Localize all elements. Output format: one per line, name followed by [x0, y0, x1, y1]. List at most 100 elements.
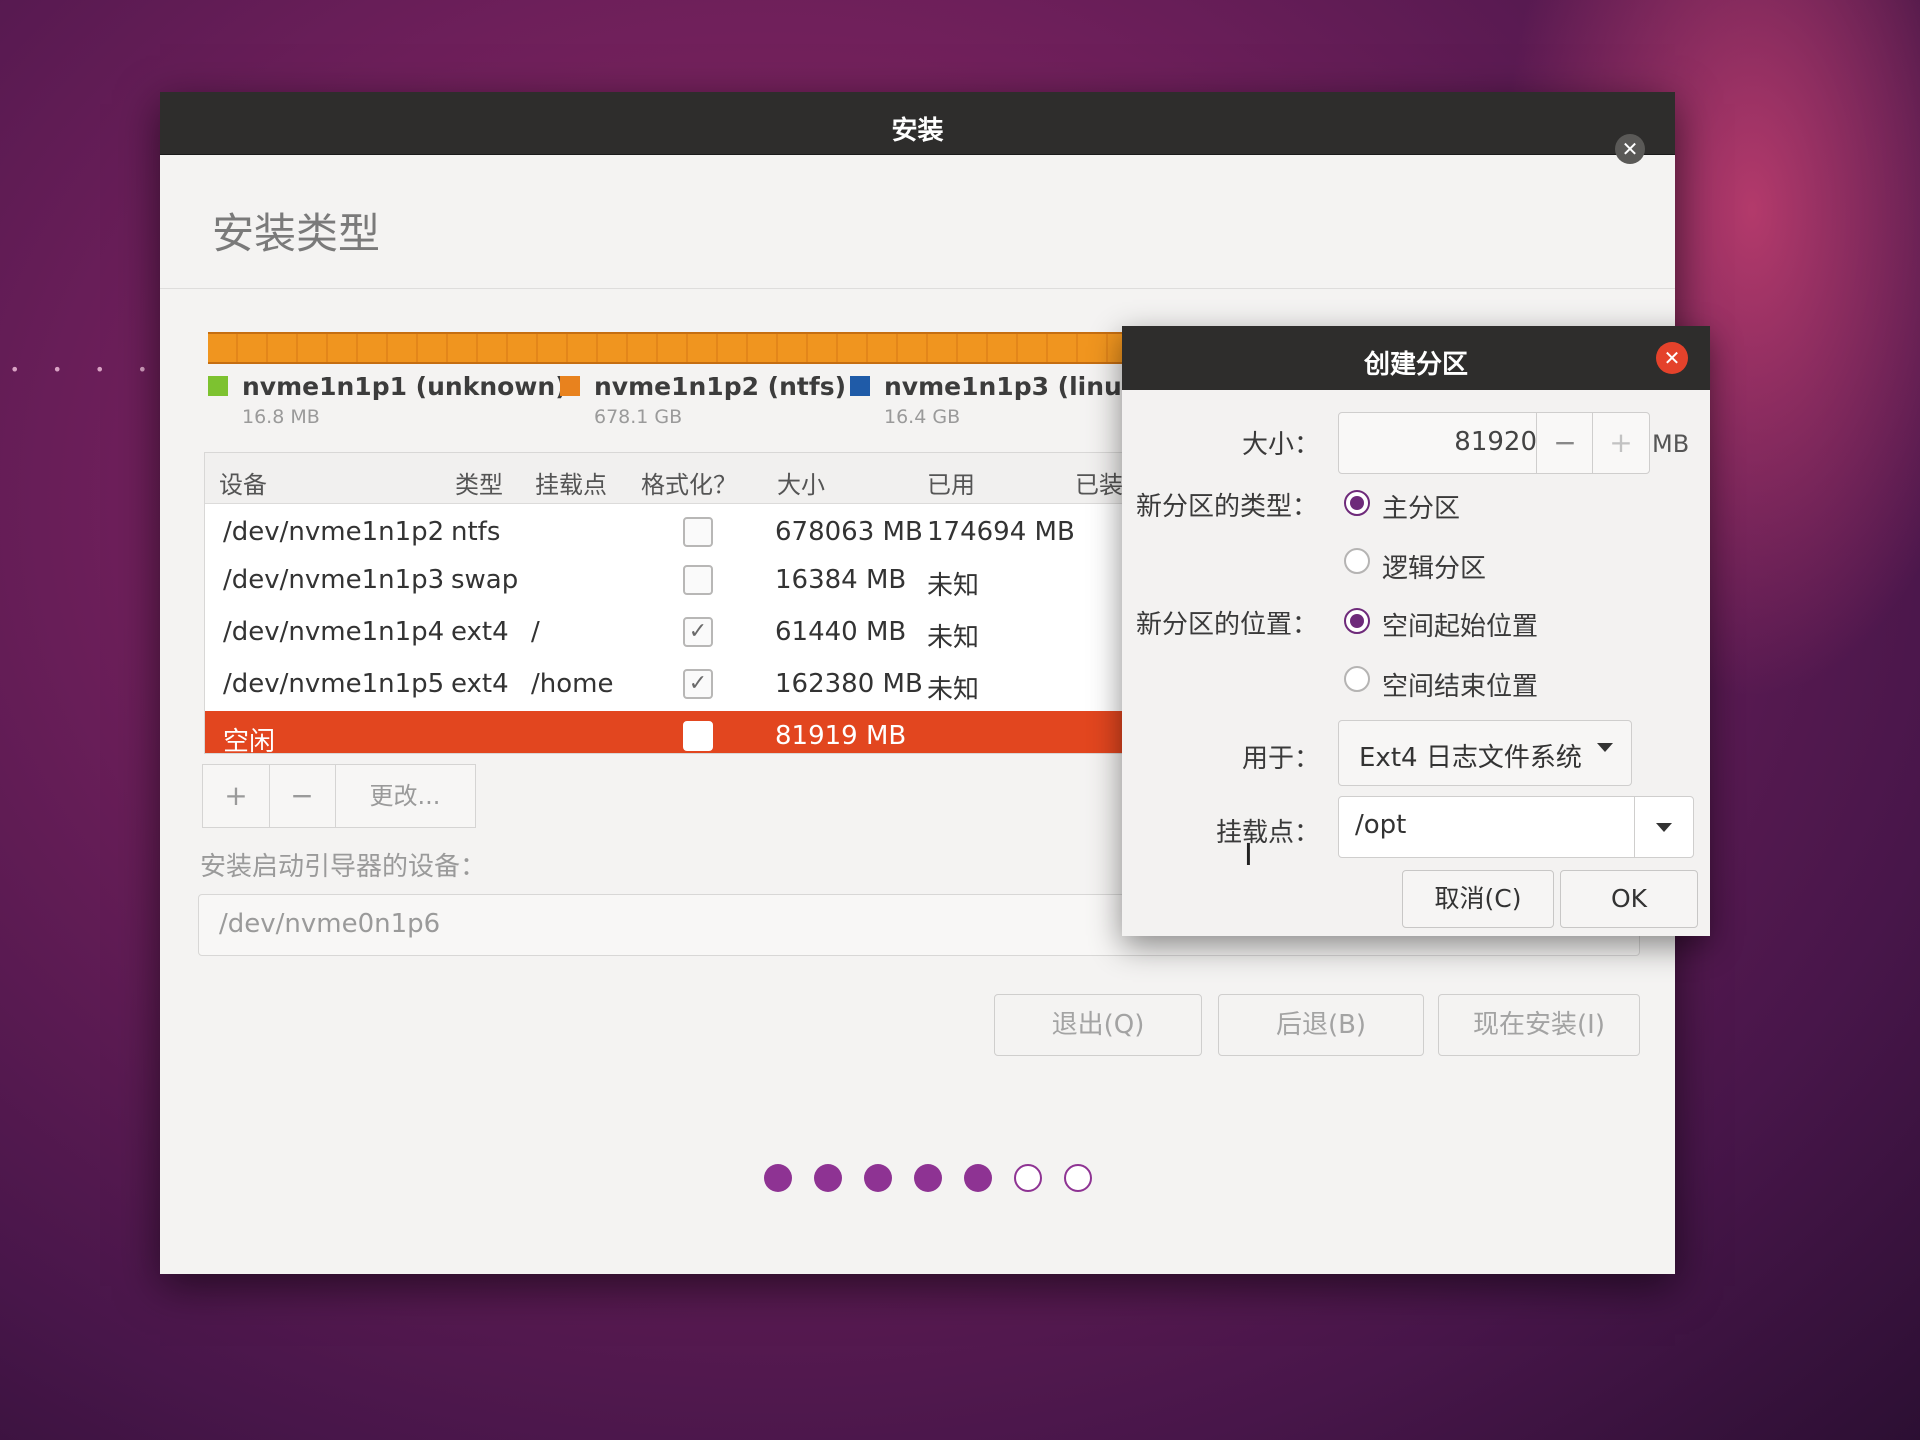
ok-button[interactable]: OK	[1560, 870, 1698, 928]
table-row[interactable]: /dev/nvme1n1p2 ntfs 678063 MB 174694 MB	[205, 507, 1185, 559]
disk-usage-bar	[208, 332, 1173, 364]
mount-point-input[interactable]	[1353, 809, 1627, 841]
cell-device: /dev/nvme1n1p4	[223, 617, 445, 647]
install-now-button[interactable]: 现在安装(I)	[1438, 994, 1640, 1056]
progress-dot-done	[814, 1164, 842, 1192]
table-row-free-space[interactable]: 空闲 81919 MB	[205, 711, 1185, 754]
legend-name: nvme1n1p3 (linux-	[884, 372, 1149, 401]
type-primary-radio[interactable]	[1344, 490, 1370, 516]
location-start-radio[interactable]	[1344, 608, 1370, 634]
legend-size: 16.4 GB	[884, 406, 961, 428]
create-partition-dialog: 创建分区 ✕ 大小： 81920 − + MB 新分区的类型： 主分区 逻辑分区…	[1122, 326, 1710, 936]
page-title: 安装类型	[212, 209, 381, 258]
format-checkbox[interactable]: ✓	[683, 669, 713, 699]
progress-dot-pending	[1014, 1164, 1042, 1192]
window-title: 安装	[891, 116, 944, 146]
legend-size: 678.1 GB	[594, 406, 683, 428]
format-checkbox[interactable]	[683, 565, 713, 595]
column-type[interactable]: 类型	[455, 465, 503, 500]
type-primary-label[interactable]: 主分区	[1382, 488, 1460, 525]
cell-type: ext4	[451, 617, 509, 647]
mount-point-label: 挂载点：	[1215, 818, 1320, 848]
dialog-close-icon[interactable]: ✕	[1656, 342, 1688, 374]
type-logical-radio[interactable]	[1344, 548, 1370, 574]
legend-name: nvme1n1p1 (unknown)	[242, 372, 567, 401]
cancel-button[interactable]: 取消(C)	[1402, 870, 1554, 928]
column-format[interactable]: 格式化？	[641, 465, 737, 500]
add-partition-button[interactable]: +	[203, 765, 270, 827]
cell-type: ext4	[451, 669, 509, 699]
legend-swatch	[208, 376, 228, 396]
use-as-label: 用于：	[1241, 744, 1320, 774]
cell-type: ntfs	[451, 517, 501, 547]
progress-dot-done	[914, 1164, 942, 1192]
size-value[interactable]: 81920	[1454, 427, 1537, 457]
progress-dot-done	[964, 1164, 992, 1192]
remove-partition-button[interactable]: −	[269, 765, 336, 827]
legend-size: 16.8 MB	[242, 406, 320, 428]
mount-point-dropdown-button[interactable]	[1634, 797, 1693, 857]
back-button[interactable]: 后退(B)	[1218, 994, 1424, 1056]
chevron-down-icon	[1597, 743, 1613, 752]
cell-type: swap	[451, 565, 519, 595]
progress-dot-done	[864, 1164, 892, 1192]
location-end-radio[interactable]	[1344, 666, 1370, 692]
cell-device: 空闲	[223, 727, 276, 754]
format-checkbox[interactable]: ✓	[683, 617, 713, 647]
cell-used: 未知	[927, 675, 980, 705]
column-used[interactable]: 已用	[927, 465, 975, 500]
legend-swatch	[560, 376, 580, 396]
bootloader-value: /dev/nvme0n1p6	[219, 909, 441, 939]
mount-point-combo[interactable]	[1338, 796, 1694, 858]
partition-type-label: 新分区的类型：	[1136, 492, 1319, 522]
cell-size: 81919 MB	[775, 721, 907, 751]
size-label: 大小：	[1241, 430, 1320, 460]
table-row[interactable]: /dev/nvme1n1p3 swap 16384 MB 未知	[205, 555, 1185, 607]
filesystem-select[interactable]: Ext4 日志文件系统	[1338, 720, 1632, 786]
cell-mount: /	[531, 617, 540, 647]
size-increment-button[interactable]: +	[1592, 413, 1649, 473]
quit-button[interactable]: 退出(Q)	[994, 994, 1202, 1056]
window-close-icon[interactable]: ✕	[1615, 134, 1645, 164]
header-divider	[160, 288, 1675, 289]
cell-device: /dev/nvme1n1p5	[223, 669, 445, 699]
table-row[interactable]: /dev/nvme1n1p5 ext4 /home ✓ 162380 MB 未知	[205, 659, 1185, 711]
table-toolbar: + − 更改...	[202, 764, 476, 828]
format-checkbox[interactable]	[683, 721, 713, 751]
location-end-label[interactable]: 空间结束位置	[1382, 666, 1538, 703]
type-logical-label[interactable]: 逻辑分区	[1382, 548, 1486, 585]
format-checkbox[interactable]	[683, 517, 713, 547]
column-size[interactable]: 大小	[777, 465, 825, 500]
filesystem-value: Ext4 日志文件系统	[1359, 743, 1582, 773]
bootloader-label: 安装启动引导器的设备：	[200, 852, 487, 882]
cell-used: 174694 MB	[927, 517, 1075, 547]
cell-used: 未知	[927, 571, 980, 601]
size-spinbox[interactable]: 81920 − +	[1338, 412, 1650, 474]
column-mount[interactable]: 挂载点	[535, 465, 607, 500]
partition-location-label: 新分区的位置：	[1136, 610, 1319, 640]
dialog-title: 创建分区	[1363, 350, 1468, 380]
column-device[interactable]: 设备	[219, 465, 267, 500]
table-row[interactable]: /dev/nvme1n1p4 ext4 / ✓ 61440 MB 未知	[205, 607, 1185, 659]
text-cursor-icon: I	[1244, 838, 1253, 873]
cell-mount: /home	[531, 669, 614, 699]
cell-size: 61440 MB	[775, 617, 907, 647]
legend-swatch	[850, 376, 870, 396]
cell-size: 16384 MB	[775, 565, 907, 595]
location-start-label[interactable]: 空间起始位置	[1382, 606, 1538, 643]
cell-device: /dev/nvme1n1p2	[223, 517, 445, 547]
cell-used: 未知	[927, 623, 980, 653]
legend-name: nvme1n1p2 (ntfs)	[594, 372, 847, 401]
column-installed[interactable]: 已装	[1075, 465, 1123, 500]
cell-size: 678063 MB	[775, 517, 923, 547]
table-header: 设备 类型 挂载点 格式化？ 大小 已用 已装	[205, 453, 1185, 504]
cell-size: 162380 MB	[775, 669, 923, 699]
cell-device: /dev/nvme1n1p3	[223, 565, 445, 595]
dialog-titlebar: 创建分区 ✕	[1122, 326, 1710, 390]
size-decrement-button[interactable]: −	[1536, 413, 1593, 473]
size-unit: MB	[1652, 430, 1690, 458]
change-partition-button[interactable]: 更改...	[335, 765, 475, 827]
progress-dot-pending	[1064, 1164, 1092, 1192]
window-titlebar: 安装 ✕	[160, 92, 1675, 164]
partition-table: 设备 类型 挂载点 格式化？ 大小 已用 已装 /dev/nvme1n1p2 n…	[204, 452, 1186, 754]
